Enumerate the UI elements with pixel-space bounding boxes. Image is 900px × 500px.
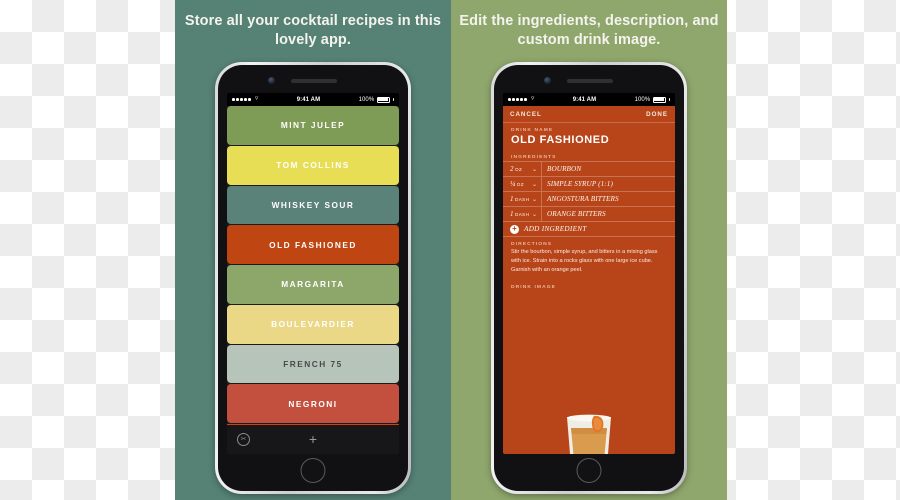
drink-image-area[interactable]	[503, 291, 675, 454]
home-button[interactable]	[300, 458, 326, 483]
recipe-row[interactable]: FRENCH 75	[227, 344, 399, 384]
promo-panel-left: Store all your cocktail recipes in this …	[175, 0, 451, 500]
battery-icon	[652, 96, 666, 103]
front-camera-icon	[544, 77, 551, 84]
ingredient-name[interactable]: ORANGE BITTERS	[541, 207, 675, 221]
recipe-list[interactable]: MINT JULEP TOM COLLINS WHISKEY SOUR OLD FAS…	[227, 106, 399, 424]
add-recipe-button[interactable]: +	[309, 432, 317, 446]
earpiece-speaker-icon	[291, 79, 337, 83]
ingredient-list[interactable]: 2 OZ ⌄ BOURBON ¼ OZ ⌄ SIMPLE SYRUP (1:1) 1 DASH ⌄ A…	[503, 161, 675, 237]
battery-status: 100%	[634, 96, 670, 103]
cancel-button[interactable]: CANCEL	[510, 111, 542, 118]
editor-nav-bar: CANCEL DONE	[503, 106, 675, 123]
status-bar-left: ▿ 9:41 AM 100%	[227, 93, 399, 106]
ingredient-name[interactable]: ANGOSTURA BITTERS	[541, 192, 675, 206]
ingredient-row[interactable]: 2 OZ ⌄ BOURBON	[503, 162, 675, 177]
earpiece-speaker-icon	[567, 79, 613, 83]
status-time: 9:41 AM	[572, 96, 597, 103]
recipe-row[interactable]: OLD FASHIONED	[227, 225, 399, 264]
add-ingredient-label: ADD INGREDIENT	[524, 225, 587, 233]
battery-status: 100%	[358, 96, 394, 103]
chevron-down-icon[interactable]: ⌄	[532, 166, 537, 173]
status-bar-right: ▿ 9:41 AM 100%	[503, 93, 675, 106]
headline-right: Edit the ingredients, description, and c…	[459, 13, 719, 49]
recipe-row[interactable]: MINT JULEP	[227, 106, 399, 145]
chevron-down-icon[interactable]: ⌄	[532, 181, 537, 188]
phone-mockup-left: ▿ 9:41 AM 100% MINT JULEP TOM COLLINS WHIS…	[215, 62, 411, 494]
recipe-row[interactable]: WHISKEY SOUR	[227, 185, 399, 225]
ingredient-row[interactable]: 1 DASH ⌄ ORANGE BITTERS	[503, 207, 675, 222]
ingredient-quantity[interactable]: ¼ OZ ⌄	[503, 180, 541, 188]
recipe-row[interactable]: NEGRONI	[227, 384, 399, 423]
plus-circle-icon: +	[510, 224, 519, 234]
ingredient-name[interactable]: BOURBON	[541, 162, 675, 176]
screenshot-stage: Store all your cocktail recipes in this …	[0, 0, 900, 500]
ingredient-name[interactable]: SIMPLE SYRUP (1:1)	[541, 177, 675, 191]
carrier-signal-icon: ▿	[232, 96, 258, 103]
battery-percent-label: 100%	[358, 96, 375, 103]
ingredient-quantity[interactable]: 1 DASH ⌄	[503, 195, 541, 203]
cocktail-glass-illustration	[567, 414, 611, 454]
phone-body-right: ▿ 9:41 AM 100% CANCEL DONE DRINK NAME OL…	[494, 65, 684, 491]
directions-text[interactable]: Stir the bourbon, simple syrup, and bitt…	[503, 248, 675, 280]
drink-image-label: DRINK IMAGE	[511, 284, 556, 290]
recipe-row[interactable]: TOM COLLINS	[227, 145, 399, 185]
ingredients-label: INGREDIENTS	[511, 155, 557, 160]
headline-left: Store all your cocktail recipes in this …	[184, 13, 442, 49]
recipe-row[interactable]: MARGARITA	[227, 265, 399, 304]
bottom-toolbar: ✂ +	[227, 424, 399, 454]
screen-right: ▿ 9:41 AM 100% CANCEL DONE DRINK NAME OL…	[503, 93, 675, 454]
battery-icon	[376, 96, 390, 103]
carrier-signal-icon: ▿	[508, 96, 534, 103]
screen-left: ▿ 9:41 AM 100% MINT JULEP TOM COLLINS WHIS…	[227, 93, 399, 454]
drink-name-label: DRINK NAME	[511, 128, 554, 133]
home-button[interactable]	[576, 458, 602, 483]
status-time: 9:41 AM	[296, 96, 321, 103]
chevron-down-icon[interactable]: ⌄	[532, 211, 537, 218]
ingredient-quantity[interactable]: 2 OZ ⌄	[503, 165, 541, 173]
front-camera-icon	[268, 77, 275, 84]
directions-label: DIRECTIONS	[511, 242, 553, 247]
drink-name-field[interactable]: OLD FASHIONED	[503, 134, 675, 150]
recipe-editor: CANCEL DONE DRINK NAME OLD FASHIONED ING…	[503, 106, 675, 454]
recipe-row[interactable]: BOULEVARDIER	[227, 304, 399, 344]
battery-percent-label: 100%	[634, 96, 651, 103]
chevron-down-icon[interactable]: ⌄	[532, 196, 537, 203]
ingredient-quantity[interactable]: 1 DASH ⌄	[503, 210, 541, 218]
add-ingredient-button[interactable]: + ADD INGREDIENT	[503, 222, 675, 237]
shuffle-dice-icon[interactable]: ✂	[237, 432, 250, 446]
done-button[interactable]: DONE	[646, 111, 668, 118]
ingredient-row[interactable]: ¼ OZ ⌄ SIMPLE SYRUP (1:1)	[503, 177, 675, 192]
phone-body-left: ▿ 9:41 AM 100% MINT JULEP TOM COLLINS WHIS…	[218, 65, 408, 491]
promo-panel-right: Edit the ingredients, description, and c…	[451, 0, 727, 500]
phone-mockup-right: ▿ 9:41 AM 100% CANCEL DONE DRINK NAME OL…	[491, 62, 687, 494]
ingredient-row[interactable]: 1 DASH ⌄ ANGOSTURA BITTERS	[503, 192, 675, 207]
